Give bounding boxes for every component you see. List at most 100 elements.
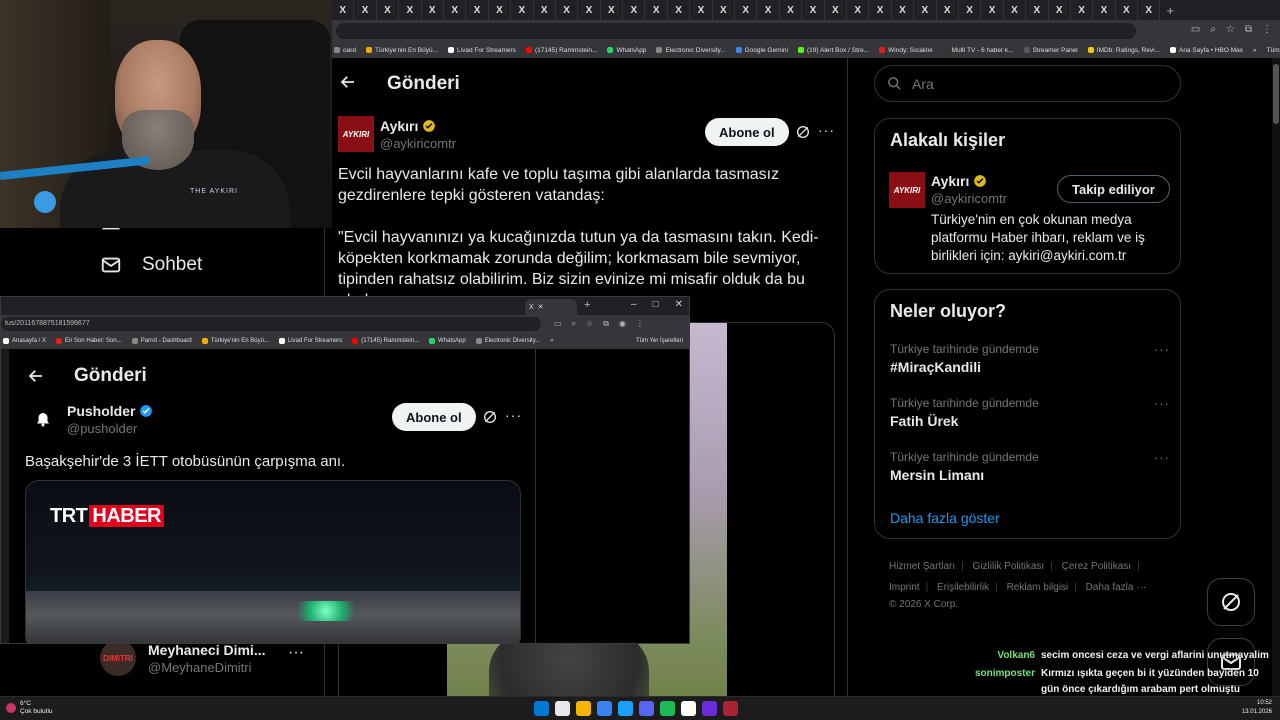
- tab-close-icon[interactable]: ✕: [538, 303, 544, 311]
- menu-icon[interactable]: ⋮: [1262, 24, 1272, 35]
- cast-icon[interactable]: ▭: [554, 319, 562, 329]
- browser-tab[interactable]: X: [1116, 0, 1139, 20]
- bookmarks-overflow-button[interactable]: »: [1253, 47, 1257, 54]
- taskbar-app-icon[interactable]: [639, 701, 654, 716]
- page-scrollbar[interactable]: [1272, 58, 1280, 698]
- browser-tab[interactable]: X: [981, 0, 1004, 20]
- trend-item[interactable]: Türkiye tarihinde gündemde Mersin Limanı…: [890, 450, 1170, 483]
- bookmark-item[interactable]: Türkiye'nin En Büyü...: [366, 47, 438, 54]
- browser-tab[interactable]: X: [645, 0, 668, 20]
- bookmark-item[interactable]: WhatsApp: [429, 338, 466, 344]
- account-switcher[interactable]: DIMITRI Meyhaneci Dimi... @MeyhaneDimitr…: [100, 640, 304, 676]
- grok-fab[interactable]: [1207, 578, 1255, 626]
- bookmark-item[interactable]: Livad For Streamers: [448, 47, 516, 54]
- related-avatar[interactable]: AYKIRI: [889, 172, 925, 208]
- trend-more-icon[interactable]: ···: [1154, 396, 1170, 411]
- following-button[interactable]: Takip ediliyor: [1057, 175, 1170, 203]
- bookmark-item[interactable]: Ana Sayfa • HBO Max: [1169, 47, 1243, 54]
- browser-tab[interactable]: X: [578, 0, 601, 20]
- browser-tab[interactable]: X: [623, 0, 646, 20]
- browser-tab[interactable]: X: [1026, 0, 1049, 20]
- browser-tab[interactable]: X: [399, 0, 422, 20]
- all-bookmarks-button[interactable]: Tüm Yer İşaretleri: [636, 338, 689, 344]
- new-tab-button[interactable]: +: [1160, 3, 1180, 18]
- back-arrow-icon[interactable]: [27, 367, 45, 385]
- pusholder-avatar[interactable]: [25, 401, 61, 437]
- account-more-icon[interactable]: ···: [288, 644, 304, 662]
- bookmark-item[interactable]: IMDb: Ratings, Revi...: [1087, 47, 1160, 54]
- close-icon[interactable]: ✕: [675, 299, 683, 310]
- browser-tab[interactable]: X: [444, 0, 467, 20]
- browser-tab[interactable]: X: [601, 0, 624, 20]
- bookmark-item[interactable]: Multi TV - 6 haber k...: [942, 47, 1014, 54]
- overlay-subscribe-button[interactable]: Abone ol: [392, 403, 476, 431]
- bookmark-item[interactable]: Türkiye'nin En Büyü...: [201, 338, 269, 344]
- browser-tab[interactable]: X: [757, 0, 780, 20]
- star-icon[interactable]: ☆: [586, 319, 593, 329]
- footer-link[interactable]: Hizmet Şartları: [889, 561, 955, 572]
- weather-widget[interactable]: 6°C Çok bulutlu: [6, 700, 53, 716]
- footer-link[interactable]: Reklam bilgisi: [1007, 582, 1069, 593]
- bookmark-item[interactable]: Electronic Diversity...: [475, 338, 540, 344]
- browser-tab[interactable]: X: [511, 0, 534, 20]
- bookmark-item[interactable]: Livad For Streamers: [278, 338, 342, 344]
- bookmark-item[interactable]: Parrot - Dashboard: [131, 338, 192, 344]
- taskbar-app-icon[interactable]: [597, 701, 612, 716]
- taskbar-app-icon[interactable]: [534, 701, 549, 716]
- maximize-icon[interactable]: □: [653, 299, 659, 310]
- bookmarks-overflow-button[interactable]: »: [550, 338, 553, 344]
- menu-icon[interactable]: ⋮: [636, 319, 644, 329]
- grok-icon[interactable]: [795, 124, 811, 140]
- bookmark-item[interactable]: WhatsApp: [607, 47, 646, 54]
- search-input[interactable]: Ara: [874, 65, 1181, 102]
- overlay-post-more-icon[interactable]: ···: [505, 407, 522, 423]
- extensions-icon[interactable]: ⧉: [1245, 24, 1252, 35]
- zoom-icon[interactable]: ⌕: [1210, 24, 1216, 35]
- bookmark-item[interactable]: En Son Haber: Son...: [56, 338, 122, 344]
- related-name-wrap[interactable]: Aykırı: [931, 173, 987, 189]
- system-clock[interactable]: 10:52 13.01.2026: [1242, 699, 1272, 717]
- browser-tab[interactable]: X: [869, 0, 892, 20]
- browser-tab[interactable]: X: [713, 0, 736, 20]
- subscribe-button[interactable]: Abone ol: [705, 118, 789, 146]
- footer-link[interactable]: Imprint: [889, 582, 920, 593]
- bookmark-item[interactable]: Google Gemini: [735, 47, 788, 54]
- browser-tab[interactable]: X: [780, 0, 803, 20]
- footer-link[interactable]: Erişilebilirlik: [937, 582, 989, 593]
- browser-tab[interactable]: X: [556, 0, 579, 20]
- footer-link[interactable]: Daha fazla ···: [1086, 582, 1147, 593]
- browser-tab[interactable]: X: [534, 0, 556, 20]
- browser-tab[interactable]: X: [489, 0, 512, 20]
- overlay-post-video[interactable]: TRT HABER: [25, 480, 521, 643]
- trend-more-icon[interactable]: ···: [1154, 450, 1170, 465]
- browser-tab[interactable]: X: [892, 0, 915, 20]
- browser-tab[interactable]: X: [914, 0, 937, 20]
- browser-tab[interactable]: X: [1004, 0, 1027, 20]
- overlay-url-field[interactable]: tus/2011678875181596677: [1, 317, 541, 331]
- taskbar-app-icon[interactable]: [723, 701, 738, 716]
- trend-more-icon[interactable]: ···: [1154, 342, 1170, 357]
- browser-tab[interactable]: X: [332, 0, 355, 20]
- browser-tab[interactable]: X: [802, 0, 825, 20]
- browser-tab[interactable]: X: [847, 0, 870, 20]
- cast-icon[interactable]: ▭: [1191, 24, 1200, 35]
- browser-tab[interactable]: X: [1049, 0, 1071, 20]
- scrollbar-thumb[interactable]: [1273, 64, 1279, 124]
- bookmark-item[interactable]: Streamer Panel: [1023, 47, 1078, 54]
- minimize-icon[interactable]: –: [631, 299, 637, 310]
- footer-link[interactable]: Gizlilik Politikası: [973, 561, 1045, 572]
- browser-tab[interactable]: X: [937, 0, 959, 20]
- browser-tab[interactable]: X: [1071, 0, 1094, 20]
- taskbar-app-icon[interactable]: [660, 701, 675, 716]
- browser-tab[interactable]: X: [466, 0, 489, 20]
- zoom-icon[interactable]: ⌕: [572, 319, 576, 329]
- bookmark-item[interactable]: oard: [334, 47, 356, 54]
- author-name-wrap[interactable]: Aykırı: [380, 118, 436, 134]
- all-bookmarks-button[interactable]: Tüm Yer İşaretleri: [1267, 47, 1280, 54]
- extensions-icon[interactable]: ⧉: [603, 319, 609, 329]
- url-field[interactable]: [336, 23, 1136, 39]
- browser-tab[interactable]: X: [422, 0, 444, 20]
- taskbar-app-icon[interactable]: [576, 701, 591, 716]
- back-arrow-icon[interactable]: [339, 73, 357, 91]
- overlay-active-tab[interactable]: X ✕: [525, 299, 577, 315]
